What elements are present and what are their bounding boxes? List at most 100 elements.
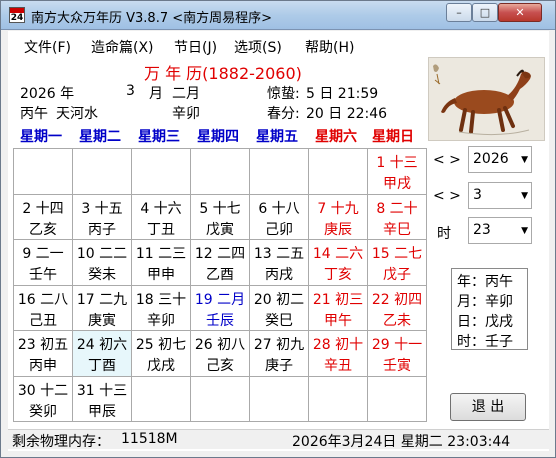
day-cell[interactable]: 18 三十辛卯 bbox=[131, 285, 191, 331]
day-ganzhi: 庚辰 bbox=[324, 222, 352, 238]
day-cell[interactable]: 14 二六 丁亥 bbox=[308, 239, 368, 286]
weekday-sat: 星期六 bbox=[315, 129, 357, 145]
day-cell[interactable]: 10 二二 癸未 bbox=[72, 239, 132, 286]
exit-button[interactable]: 退 出 bbox=[450, 393, 526, 421]
day-cell[interactable]: 22 初四 乙未 bbox=[367, 285, 427, 331]
day-number-lunar: 13 二五 bbox=[253, 246, 305, 262]
day-ganzhi: 丁丑 bbox=[147, 222, 175, 238]
day-number-lunar: 3 十五 bbox=[81, 201, 123, 217]
day-cell[interactable]: 9 二一 壬午 bbox=[13, 239, 73, 286]
maximize-icon: □ bbox=[479, 6, 491, 19]
menu-file[interactable]: 文件(F) bbox=[24, 37, 71, 57]
day-number-lunar: 18 三十 bbox=[135, 292, 187, 308]
day-cell[interactable]: 26 初八 己亥 bbox=[190, 330, 250, 377]
weekday-mon: 星期一 bbox=[20, 129, 62, 145]
day-ganzhi: 丙子 bbox=[88, 222, 116, 238]
day-cell[interactable]: 7 十九 庚辰 bbox=[308, 194, 368, 240]
day-ganzhi: 丙戌 bbox=[265, 267, 293, 283]
close-button[interactable]: ✕ bbox=[498, 3, 542, 22]
hour-select-value: 23 bbox=[473, 222, 491, 238]
menu-festival[interactable]: 节日(J) bbox=[174, 37, 217, 57]
maximize-button[interactable]: □ bbox=[472, 3, 498, 22]
day-cell[interactable]: 23 初五 丙申 bbox=[13, 330, 73, 377]
calendar-app-icon[interactable]: 24 bbox=[9, 7, 25, 23]
year-ganzhi: 丙午 bbox=[20, 106, 48, 122]
day-cell[interactable]: 2 十四 乙亥 bbox=[13, 194, 73, 240]
month-ganzhi: 辛卯 bbox=[172, 106, 200, 122]
day-number-lunar: 28 初十 bbox=[312, 337, 364, 353]
nayin: 天河水 bbox=[56, 106, 98, 122]
chevron-down-icon: ▼ bbox=[521, 191, 528, 201]
day-number-lunar: 4 十六 bbox=[140, 201, 182, 217]
day-ganzhi: 庚子 bbox=[265, 358, 293, 374]
ganzhi-month: 月：辛卯 bbox=[457, 294, 513, 310]
menu-options[interactable]: 选项(S) bbox=[234, 37, 282, 57]
day-cell[interactable]: 29 十一 壬寅 bbox=[367, 330, 427, 377]
day-ganzhi: 癸未 bbox=[88, 267, 116, 283]
title-bar[interactable]: 24 南方大众万年历 V3.8.7 <南方周易程序> – □ ✕ bbox=[1, 1, 555, 30]
day-ganzhi: 己亥 bbox=[206, 358, 234, 374]
day-cell[interactable]: 17 二九庚寅 bbox=[72, 285, 132, 331]
day-cell[interactable]: 31 十三 甲辰 bbox=[72, 376, 132, 422]
day-ganzhi: 甲申 bbox=[147, 267, 175, 283]
close-icon: ✕ bbox=[515, 6, 525, 19]
day-ganzhi: 甲戌 bbox=[383, 176, 411, 192]
ganzhi-hour: 时：壬子 bbox=[457, 334, 513, 350]
day-cell[interactable]: 24 初六 丁酉 bbox=[72, 330, 132, 377]
month-select-value: 3 bbox=[473, 187, 482, 203]
day-cell[interactable]: 12 二四 乙酉 bbox=[190, 239, 250, 286]
day-ganzhi: 辛丑 bbox=[324, 358, 352, 374]
day-ganzhi: 己丑 bbox=[29, 313, 57, 329]
ganzhi-day: 日：戊戌 bbox=[457, 314, 513, 330]
menu-zaoming[interactable]: 造命篇(X) bbox=[91, 37, 154, 57]
day-ganzhi: 乙未 bbox=[383, 313, 411, 329]
menu-help[interactable]: 帮助(H) bbox=[305, 37, 354, 57]
menu-bar: 文件(F) 造命篇(X) 节日(J) 选项(S) 帮助(H) bbox=[8, 31, 549, 58]
day-cell[interactable]: 25 初七 戊戌 bbox=[131, 330, 191, 377]
day-number-lunar: 24 初六 bbox=[76, 337, 128, 353]
day-cell[interactable]: 28 初十辛丑 bbox=[308, 330, 368, 377]
year-nav-arrows[interactable]: < > bbox=[433, 152, 461, 168]
day-cell[interactable]: 30 十二 癸卯 bbox=[13, 376, 73, 422]
weekday-thu: 星期四 bbox=[197, 129, 239, 145]
month-nav-arrows[interactable]: < > bbox=[433, 188, 461, 204]
horse-image bbox=[429, 58, 544, 140]
day-cell[interactable]: 13 二五丙戌 bbox=[249, 239, 309, 286]
day-number-lunar: 21 初三 bbox=[312, 292, 364, 308]
day-ganzhi: 甲午 bbox=[324, 313, 352, 329]
empty-day-cell bbox=[131, 148, 191, 195]
status-bar: 剩余物理内存： 11518M 2026年3月24日 星期二 23:03:44 bbox=[8, 429, 549, 450]
day-number-lunar: 27 初九 bbox=[253, 337, 305, 353]
day-ganzhi: 庚寅 bbox=[88, 313, 116, 329]
day-cell[interactable]: 3 十五丙子 bbox=[72, 194, 132, 240]
minimize-button[interactable]: – bbox=[446, 3, 472, 22]
empty-day-cell bbox=[249, 148, 309, 195]
day-cell[interactable]: 15 二七 戊子 bbox=[367, 239, 427, 286]
day-number-lunar: 9 二一 bbox=[22, 246, 64, 262]
day-cell[interactable]: 27 初九庚子 bbox=[249, 330, 309, 377]
day-cell[interactable]: 16 二八 己丑 bbox=[13, 285, 73, 331]
month-select[interactable]: 3 ▼ bbox=[468, 182, 532, 209]
hour-select[interactable]: 23 ▼ bbox=[468, 217, 532, 244]
day-cell[interactable]: 5 十七 戊寅 bbox=[190, 194, 250, 240]
day-ganzhi: 丙申 bbox=[29, 358, 57, 374]
day-cell[interactable]: 4 十六丁丑 bbox=[131, 194, 191, 240]
day-ganzhi: 壬寅 bbox=[383, 358, 411, 374]
day-cell[interactable]: 11 二三 甲申 bbox=[131, 239, 191, 286]
day-cell[interactable]: 6 十八 己卯 bbox=[249, 194, 309, 240]
day-number-lunar: 20 初二 bbox=[253, 292, 305, 308]
day-cell[interactable]: 19 二月 壬辰 bbox=[190, 285, 250, 331]
day-cell[interactable]: 1 十三 甲戌 bbox=[367, 148, 427, 195]
weekday-header: 星期一 星期二 星期三 星期四 星期五 星期六 星期日 bbox=[8, 123, 428, 147]
day-ganzhi: 癸巳 bbox=[265, 313, 293, 329]
day-ganzhi: 辛卯 bbox=[147, 313, 175, 329]
day-cell[interactable]: 8 二十 辛巳 bbox=[367, 194, 427, 240]
empty-day-cell bbox=[131, 376, 191, 422]
empty-day-cell bbox=[72, 148, 132, 195]
weekday-wed: 星期三 bbox=[138, 129, 180, 145]
day-ganzhi: 甲辰 bbox=[88, 404, 116, 420]
day-number-lunar: 17 二九 bbox=[76, 292, 128, 308]
year-select[interactable]: 2026 ▼ bbox=[468, 146, 532, 173]
day-cell[interactable]: 20 初二癸巳 bbox=[249, 285, 309, 331]
day-cell[interactable]: 21 初三甲午 bbox=[308, 285, 368, 331]
